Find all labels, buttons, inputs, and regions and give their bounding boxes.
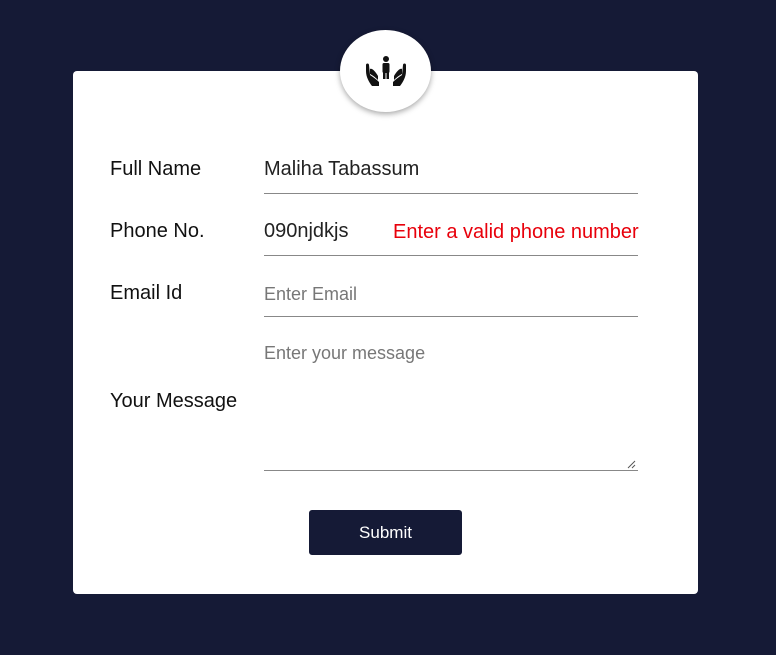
submit-button[interactable]: Submit bbox=[309, 510, 462, 555]
message-textarea[interactable]: Enter your message bbox=[264, 343, 425, 364]
message-underline bbox=[264, 470, 638, 471]
phone-input[interactable]: 090njdkjs bbox=[264, 220, 349, 243]
logo-badge bbox=[340, 30, 431, 112]
phone-label: Phone No. bbox=[110, 220, 205, 242]
email-label: Email Id bbox=[110, 282, 183, 304]
message-label: Your Message bbox=[110, 390, 238, 412]
hands-holding-child-icon bbox=[365, 56, 406, 86]
phone-underline bbox=[264, 255, 638, 256]
phone-error-message: Enter a valid phone number bbox=[393, 221, 639, 243]
full-name-label: Full Name bbox=[110, 158, 202, 180]
full-name-underline bbox=[264, 193, 638, 194]
email-underline bbox=[264, 316, 638, 317]
email-input[interactable]: Enter Email bbox=[264, 284, 357, 305]
full-name-input[interactable]: Maliha Tabassum bbox=[264, 158, 419, 181]
resize-handle-icon[interactable] bbox=[627, 460, 636, 469]
